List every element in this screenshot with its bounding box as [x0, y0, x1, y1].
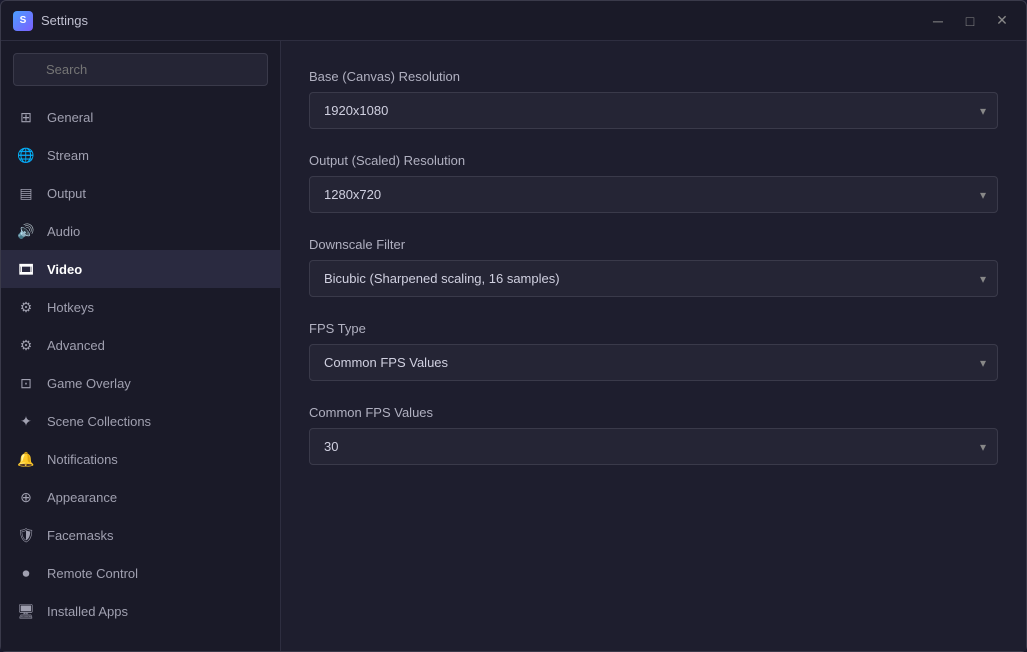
- audio-icon: 🔊: [17, 222, 35, 240]
- notifications-icon: 🔔: [17, 450, 35, 468]
- setting-group-downscale-filter: Downscale Filter Bicubic (Sharpened scali…: [309, 237, 998, 297]
- setting-group-base-resolution: Base (Canvas) Resolution 1920x10801280x72…: [309, 69, 998, 129]
- setting-group-output-resolution: Output (Scaled) Resolution 1280x7201920x1…: [309, 153, 998, 213]
- sidebar-label-remote-control: Remote Control: [47, 566, 138, 581]
- advanced-icon: ⚙: [17, 336, 35, 354]
- sidebar-label-notifications: Notifications: [47, 452, 118, 467]
- installed-apps-icon: 🖥: [17, 602, 35, 620]
- nav-list: ⊞ General 🌐 Stream ▤ Output 🔊 Audio 🎞 Video ⚙ Hotke…: [1, 98, 280, 630]
- sidebar-label-output: Output: [47, 186, 86, 201]
- search-container: 🔍: [1, 53, 280, 98]
- setting-label-output-resolution: Output (Scaled) Resolution: [309, 153, 998, 168]
- select-wrapper-downscale-filter: Bicubic (Sharpened scaling, 16 samples)B…: [309, 260, 998, 297]
- select-base-resolution[interactable]: 1920x10801280x7203840x21602560x1440: [309, 92, 998, 129]
- search-input[interactable]: [13, 53, 268, 86]
- game-overlay-icon: ⊡: [17, 374, 35, 392]
- setting-label-base-resolution: Base (Canvas) Resolution: [309, 69, 998, 84]
- app-icon: S: [13, 11, 33, 31]
- scene-collections-icon: ✦: [17, 412, 35, 430]
- sidebar-label-audio: Audio: [47, 224, 80, 239]
- sidebar-item-installed-apps[interactable]: 🖥 Installed Apps: [1, 592, 280, 630]
- sidebar-label-installed-apps: Installed Apps: [47, 604, 128, 619]
- select-fps-type[interactable]: Common FPS ValuesInteger FPS ValueFracti…: [309, 344, 998, 381]
- select-wrapper-base-resolution: 1920x10801280x7203840x21602560x1440▾: [309, 92, 998, 129]
- hotkeys-icon: ⚙: [17, 298, 35, 316]
- sidebar: 🔍 ⊞ General 🌐 Stream ▤ Output 🔊 Audio 🎞 Video ⚙ Hot…: [1, 41, 281, 651]
- content-area: 🔍 ⊞ General 🌐 Stream ▤ Output 🔊 Audio 🎞 Video ⚙ Hot…: [1, 41, 1026, 651]
- search-wrapper: 🔍: [13, 53, 268, 86]
- sidebar-label-facemasks: Facemasks: [47, 528, 113, 543]
- minimize-button[interactable]: ─: [926, 9, 950, 33]
- sidebar-label-appearance: Appearance: [47, 490, 117, 505]
- sidebar-item-appearance[interactable]: ⊕ Appearance: [1, 478, 280, 516]
- sidebar-label-video: Video: [47, 262, 82, 277]
- stream-icon: 🌐: [17, 146, 35, 164]
- sidebar-label-stream: Stream: [47, 148, 89, 163]
- select-wrapper-common-fps: 306024254850120▾: [309, 428, 998, 465]
- sidebar-item-output[interactable]: ▤ Output: [1, 174, 280, 212]
- window-controls: ─ □ ✕: [926, 9, 1014, 33]
- sidebar-item-hotkeys[interactable]: ⚙ Hotkeys: [1, 288, 280, 326]
- sidebar-label-scene-collections: Scene Collections: [47, 414, 151, 429]
- setting-group-common-fps: Common FPS Values 306024254850120▾: [309, 405, 998, 465]
- sidebar-item-stream[interactable]: 🌐 Stream: [1, 136, 280, 174]
- window-title: Settings: [41, 13, 926, 28]
- sidebar-label-general: General: [47, 110, 93, 125]
- sidebar-item-scene-collections[interactable]: ✦ Scene Collections: [1, 402, 280, 440]
- select-wrapper-fps-type: Common FPS ValuesInteger FPS ValueFracti…: [309, 344, 998, 381]
- settings-list: Base (Canvas) Resolution 1920x10801280x72…: [309, 69, 998, 465]
- sidebar-label-advanced: Advanced: [47, 338, 105, 353]
- setting-group-fps-type: FPS Type Common FPS ValuesInteger FPS Val…: [309, 321, 998, 381]
- output-icon: ▤: [17, 184, 35, 202]
- settings-window: S Settings ─ □ ✕ 🔍 ⊞ General 🌐 Stream ▤ Outpu…: [0, 0, 1027, 652]
- sidebar-item-game-overlay[interactable]: ⊡ Game Overlay: [1, 364, 280, 402]
- main-content: Base (Canvas) Resolution 1920x10801280x72…: [281, 41, 1026, 651]
- sidebar-label-hotkeys: Hotkeys: [47, 300, 94, 315]
- sidebar-item-general[interactable]: ⊞ General: [1, 98, 280, 136]
- setting-label-common-fps: Common FPS Values: [309, 405, 998, 420]
- select-output-resolution[interactable]: 1280x7201920x1080854x480640x360: [309, 176, 998, 213]
- close-button[interactable]: ✕: [990, 9, 1014, 33]
- appearance-icon: ⊕: [17, 488, 35, 506]
- sidebar-item-remote-control[interactable]: ⏺ Remote Control: [1, 554, 280, 592]
- select-downscale-filter[interactable]: Bicubic (Sharpened scaling, 16 samples)B…: [309, 260, 998, 297]
- general-icon: ⊞: [17, 108, 35, 126]
- maximize-button[interactable]: □: [958, 9, 982, 33]
- setting-label-downscale-filter: Downscale Filter: [309, 237, 998, 252]
- sidebar-item-notifications[interactable]: 🔔 Notifications: [1, 440, 280, 478]
- video-icon: 🎞: [17, 260, 35, 278]
- titlebar: S Settings ─ □ ✕: [1, 1, 1026, 41]
- sidebar-item-facemasks[interactable]: 🛡 Facemasks: [1, 516, 280, 554]
- sidebar-item-audio[interactable]: 🔊 Audio: [1, 212, 280, 250]
- setting-label-fps-type: FPS Type: [309, 321, 998, 336]
- select-common-fps[interactable]: 306024254850120: [309, 428, 998, 465]
- facemasks-icon: 🛡: [17, 526, 35, 544]
- sidebar-label-game-overlay: Game Overlay: [47, 376, 131, 391]
- sidebar-item-video[interactable]: 🎞 Video: [1, 250, 280, 288]
- select-wrapper-output-resolution: 1280x7201920x1080854x480640x360▾: [309, 176, 998, 213]
- remote-control-icon: ⏺: [17, 564, 35, 582]
- sidebar-item-advanced[interactable]: ⚙ Advanced: [1, 326, 280, 364]
